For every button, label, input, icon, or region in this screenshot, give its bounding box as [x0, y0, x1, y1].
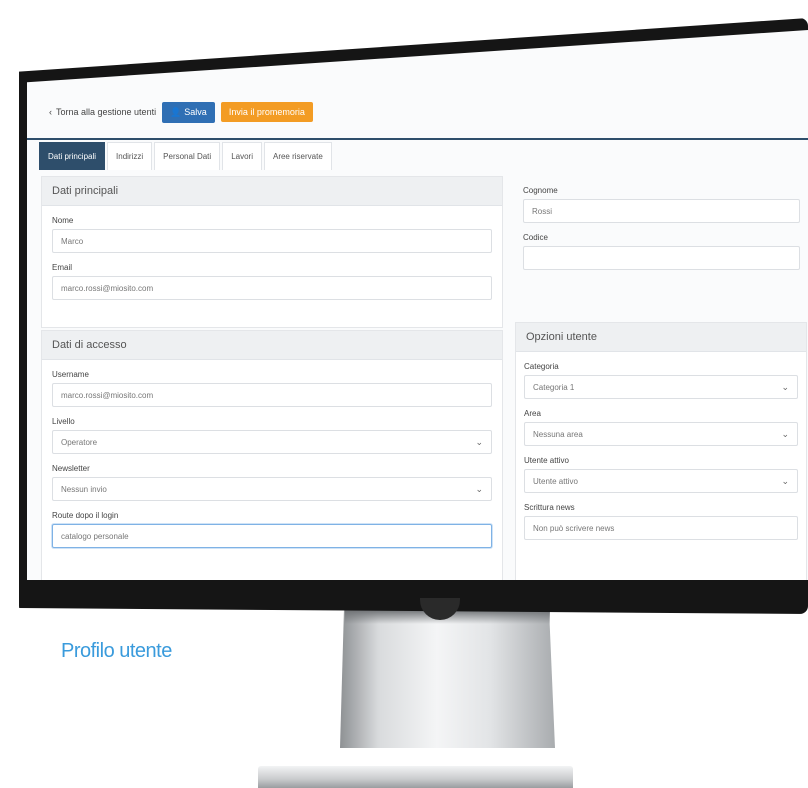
categoria-select[interactable]: Categoria 1 ⌄ [524, 375, 798, 399]
livello-label: Livello [52, 417, 75, 426]
tab-indirizzi[interactable]: Indirizzi [107, 142, 153, 170]
back-link[interactable]: ‹ Torna alla gestione utenti [49, 107, 156, 117]
user-icon: 👤 [170, 106, 182, 117]
chevron-down-icon: ⌄ [781, 381, 789, 392]
nome-label: Nome [52, 216, 74, 225]
nome-field[interactable]: Marco [52, 229, 492, 253]
toolbar: ‹ Torna alla gestione utenti 👤 Salva Inv… [27, 92, 808, 132]
tab-aree-riservate[interactable]: Aree riservate [263, 142, 332, 170]
codice-field[interactable] [523, 246, 800, 270]
attivo-value: Utente attivo [533, 476, 578, 486]
tab-dati-principali[interactable]: Dati principali [39, 142, 106, 170]
newsletter-select[interactable]: Nessun invio ⌄ [52, 477, 492, 501]
route-field[interactable]: catalogo personale [52, 524, 492, 548]
chevron-down-icon: ⌄ [475, 483, 483, 494]
monitor-screen: ‹ Torna alla gestione utenti 👤 Salva Inv… [27, 30, 808, 580]
area-value: Nessuna area [533, 429, 583, 439]
email-field[interactable]: marco.rossi@miosito.com [52, 276, 492, 300]
panel-dati-principali-right: Cognome Rossi Codice [515, 176, 808, 326]
panel-dati-accesso: Dati di accesso Username marco.rossi@mio… [41, 330, 503, 580]
categoria-label: Categoria [524, 362, 559, 371]
back-link-label: Torna alla gestione utenti [56, 107, 157, 117]
username-field[interactable]: marco.rossi@miosito.com [52, 383, 492, 407]
username-label: Username [52, 370, 89, 379]
email-label: Email [52, 263, 73, 272]
categoria-value: Categoria 1 [533, 382, 575, 392]
toolbar-divider [27, 138, 808, 140]
panel-dati-principali: Dati principali Nome Marco Email marco.r… [41, 176, 503, 328]
livello-select[interactable]: Operatore ⌄ [52, 430, 492, 454]
area-select[interactable]: Nessuna area ⌄ [524, 422, 798, 446]
save-button[interactable]: 👤 Salva [162, 101, 215, 123]
panel-title: Dati di accesso [42, 331, 502, 360]
tab-personal-dati[interactable]: Personal Dati [154, 142, 221, 170]
scrittura-label: Scrittura news [524, 503, 575, 512]
panel-title: Dati principali [42, 177, 502, 206]
chevron-left-icon: ‹ [49, 107, 52, 117]
tab-bar: Dati principali Indirizzi Personal Dati … [39, 142, 334, 170]
attivo-select[interactable]: Utente attivo ⌄ [524, 469, 798, 493]
route-label: Route dopo il login [52, 511, 119, 520]
chevron-down-icon: ⌄ [475, 436, 483, 447]
newsletter-value: Nessun invio [61, 484, 107, 494]
panel-title: Opzioni utente [516, 323, 806, 352]
attivo-label: Utente attivo [524, 456, 569, 465]
scrittura-select[interactable]: Non può scrivere news [524, 516, 798, 540]
save-button-label: Salva [184, 107, 207, 117]
reminder-button[interactable]: Invia il promemoria [220, 102, 313, 122]
chevron-down-icon: ⌄ [781, 475, 789, 486]
scrittura-value: Non può scrivere news [533, 523, 615, 533]
chevron-down-icon: ⌄ [781, 428, 789, 439]
area-label: Area [524, 409, 541, 418]
monitor-stand-base [258, 766, 573, 788]
tab-lavori[interactable]: Lavori [222, 142, 262, 170]
cognome-field[interactable]: Rossi [523, 199, 800, 223]
livello-value: Operatore [61, 437, 98, 447]
caption-title: Profilo utente [61, 640, 172, 662]
panel-opzioni-utente: Opzioni utente Categoria Categoria 1 ⌄ A… [515, 322, 807, 580]
codice-label: Codice [523, 233, 548, 242]
cognome-label: Cognome [523, 186, 558, 195]
newsletter-label: Newsletter [52, 464, 90, 473]
